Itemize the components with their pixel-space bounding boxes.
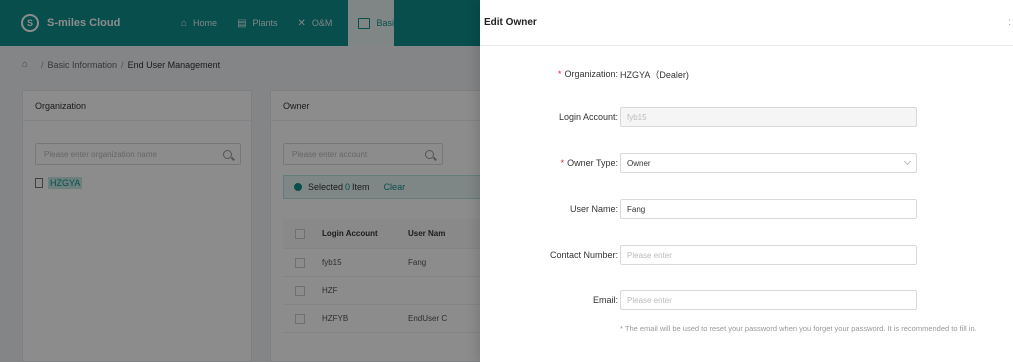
- contact-number-field[interactable]: Please enter: [620, 245, 917, 265]
- email-placeholder: Please enter: [627, 295, 672, 305]
- modal-mask[interactable]: [0, 0, 480, 362]
- organization-value: HZGYA（Dealer): [620, 69, 689, 80]
- owner-type-label-text: Owner Type:: [567, 158, 618, 168]
- chevron-down-icon: [903, 157, 912, 166]
- organization-label: * Organization:: [558, 69, 618, 79]
- user-name-field[interactable]: Fang: [620, 199, 917, 219]
- user-name-label: User Name:: [569, 204, 618, 214]
- close-icon[interactable]: :: [1008, 17, 1011, 28]
- user-name-value: Fang: [627, 204, 646, 214]
- email-field[interactable]: Please enter: [620, 290, 917, 310]
- user-name-row: User Name: Fang: [480, 199, 917, 219]
- login-account-field: fyb15: [620, 107, 917, 127]
- email-row: Email: Please enter: [480, 290, 917, 310]
- contact-number-row: Contact Number: Please enter: [480, 245, 917, 265]
- owner-type-row: * Owner Type: Owner: [480, 153, 917, 173]
- login-account-value: fyb15: [627, 112, 647, 122]
- email-label: Email:: [592, 295, 618, 305]
- login-account-label: Login Account:: [558, 112, 618, 122]
- owner-type-select[interactable]: Owner: [620, 153, 917, 173]
- login-account-row: Login Account: fyb15: [480, 107, 917, 127]
- owner-type-label: * Owner Type:: [561, 158, 618, 168]
- required-mark: *: [557, 69, 562, 79]
- organization-row: * Organization: HZGYA（Dealer): [480, 64, 689, 84]
- contact-number-label: Contact Number:: [549, 250, 618, 260]
- contact-number-placeholder: Please enter: [627, 250, 672, 260]
- required-mark: *: [560, 158, 565, 168]
- drawer-title: Edit Owner: [484, 17, 537, 28]
- organization-label-text: Organization:: [564, 69, 618, 79]
- drawer-header: Edit Owner :: [480, 0, 1013, 46]
- email-hint: * The email will be used to reset your p…: [620, 324, 977, 333]
- owner-type-value: Owner: [627, 158, 651, 168]
